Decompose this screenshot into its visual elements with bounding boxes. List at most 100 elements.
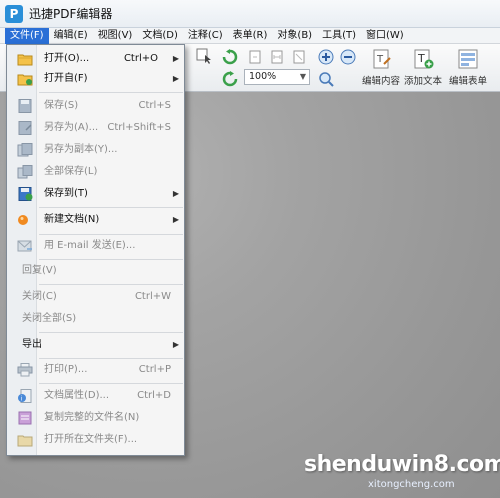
chevron-right-icon: ▶ [172, 74, 179, 83]
menu-item-label: 另存为(A)... [44, 122, 99, 133]
folder-icon [17, 435, 33, 447]
watermark-text: shenduwin8.com [304, 452, 500, 477]
menu-item-shortcut: Ctrl+Shift+S [107, 122, 171, 133]
menu-item-shortcut: Ctrl+W [134, 291, 171, 302]
save-all-icon [17, 165, 33, 179]
zoom-level-select[interactable]: 100% ▼ [244, 69, 310, 85]
menu-item-label: 关闭(C) [22, 291, 57, 302]
menu-item-label: 全部保存(L) [44, 166, 98, 177]
add-text-label[interactable]: 添加文本 [404, 73, 442, 87]
menu-item-label: 文档属性(D)... [44, 390, 110, 401]
menu-edit[interactable]: 编辑(E) [49, 28, 93, 44]
zoom-tool-icon[interactable] [318, 71, 334, 87]
menu-window[interactable]: 窗口(W) [361, 28, 409, 44]
menu-separator [39, 207, 183, 208]
svg-text:T: T [417, 52, 425, 65]
chevron-right-icon: ▶ [172, 340, 179, 349]
copy-filename-icon [18, 411, 32, 425]
menu-separator [39, 358, 183, 359]
menu-item-save-to[interactable]: 保存到(T) ▶ [8, 184, 184, 204]
open-from-icon [17, 74, 33, 86]
select-text-icon[interactable] [196, 48, 212, 64]
menu-item-label: 新建文档(N) [44, 214, 100, 225]
menu-comment[interactable]: 注释(C) [183, 28, 228, 44]
title-bar: P 迅捷PDF编辑器 [0, 0, 500, 28]
save-to-icon [18, 187, 33, 201]
zoom-out-icon[interactable] [340, 49, 356, 65]
menu-file[interactable]: 文件(F) [5, 27, 49, 44]
menu-item-label: 另存为副本(Y)... [44, 144, 118, 155]
menu-object[interactable]: 对象(B) [272, 28, 317, 44]
edit-form-icon[interactable] [457, 48, 479, 70]
menu-item-new-document[interactable]: 新建文档(N) ▶ [8, 210, 184, 230]
edit-form-label[interactable]: 编辑表单 [449, 73, 487, 87]
menu-item-close[interactable]: 关闭(C) Ctrl+W [8, 287, 184, 307]
menu-bar: 文件(F) 编辑(E) 视图(V) 文档(D) 注释(C) 表单(R) 对象(B… [0, 27, 500, 44]
menu-tools[interactable]: 工具(T) [317, 28, 361, 44]
menu-item-label: 打开(O)... [44, 53, 90, 64]
svg-text:T: T [376, 54, 384, 65]
menu-item-print[interactable]: 打印(P)... Ctrl+P [8, 360, 184, 380]
open-folder-icon [17, 54, 33, 66]
app-logo-icon: P [5, 4, 23, 23]
new-document-icon [18, 215, 28, 225]
menu-separator [39, 92, 183, 93]
menu-item-open[interactable]: 打开(O)... Ctrl+O ▶ [8, 49, 184, 69]
menu-separator [39, 284, 183, 285]
menu-item-label: 回复(V) [22, 265, 57, 276]
rotate-clockwise-icon[interactable] [222, 71, 238, 87]
edit-content-icon[interactable]: T [372, 48, 392, 70]
menu-item-label: 打印(P)... [44, 364, 88, 375]
window-title: 迅捷PDF编辑器 [29, 7, 113, 21]
menu-item-shortcut: Ctrl+D [137, 390, 171, 401]
menu-item-save-copy[interactable]: 另存为副本(Y)... [8, 140, 184, 160]
menu-view[interactable]: 视图(V) [93, 28, 138, 44]
file-menu-dropdown: 打开(O)... Ctrl+O ▶ 打开自(F) ▶ 保存(S) Ctrl+S … [6, 44, 185, 456]
chevron-down-icon: ▼ [299, 72, 306, 81]
zoom-in-icon[interactable] [318, 49, 334, 65]
menu-item-shortcut: Ctrl+S [138, 100, 171, 111]
add-text-icon[interactable]: T [413, 48, 435, 70]
rotate-counterclockwise-icon[interactable] [222, 49, 238, 65]
save-as-icon [18, 121, 32, 135]
menu-form[interactable]: 表单(R) [228, 28, 273, 44]
menu-item-revert[interactable]: 回复(V) [8, 261, 184, 281]
menu-item-doc-properties[interactable]: i 文档属性(D)... Ctrl+D [8, 386, 184, 406]
document-properties-icon: i [18, 389, 32, 403]
email-icon [17, 240, 32, 252]
menu-item-label: 打开所在文件夹(F)... [44, 434, 138, 445]
chevron-right-icon: ▶ [172, 215, 179, 224]
zoom-level-value: 100% [249, 71, 277, 82]
menu-item-shortcut: Ctrl+O [123, 53, 158, 64]
menu-item-open-folder[interactable]: 打开所在文件夹(F)... [8, 430, 184, 450]
menu-separator [39, 234, 183, 235]
menu-separator [39, 259, 183, 260]
fit-width-icon[interactable] [270, 50, 284, 64]
menu-document[interactable]: 文档(D) [137, 28, 183, 44]
menu-item-label: 复制完整的文件名(N) [44, 412, 140, 423]
save-icon [18, 99, 32, 113]
actual-size-icon[interactable] [292, 50, 306, 64]
watermark-subtext: xitongcheng.com [368, 479, 455, 490]
chevron-right-icon: ▶ [172, 54, 179, 63]
menu-item-label: 保存到(T) [44, 188, 88, 199]
menu-item-copy-full-name[interactable]: 复制完整的文件名(N) [8, 408, 184, 428]
chevron-right-icon: ▶ [172, 189, 179, 198]
fit-page-icon[interactable] [248, 50, 262, 64]
menu-item-save-all[interactable]: 全部保存(L) [8, 162, 184, 182]
menu-separator [39, 383, 183, 384]
menu-item-close-all[interactable]: 关闭全部(S) [8, 309, 184, 329]
menu-item-label: 关闭全部(S) [22, 313, 77, 324]
save-copy-icon [17, 143, 33, 157]
menu-separator [39, 332, 183, 333]
menu-item-label: 保存(S) [44, 100, 79, 111]
menu-item-open-from[interactable]: 打开自(F) ▶ [8, 69, 184, 89]
menu-item-label: 用 E-mail 发送(E)... [44, 240, 136, 251]
menu-item-label: 导出 [22, 339, 42, 350]
menu-item-save-as[interactable]: 另存为(A)... Ctrl+Shift+S [8, 118, 184, 138]
edit-content-label[interactable]: 编辑内容 [362, 73, 400, 87]
menu-item-export[interactable]: 导出 ▶ [8, 335, 184, 355]
menu-item-shortcut: Ctrl+P [138, 364, 171, 375]
menu-item-save[interactable]: 保存(S) Ctrl+S [8, 96, 184, 116]
menu-item-email[interactable]: 用 E-mail 发送(E)... [8, 236, 184, 256]
